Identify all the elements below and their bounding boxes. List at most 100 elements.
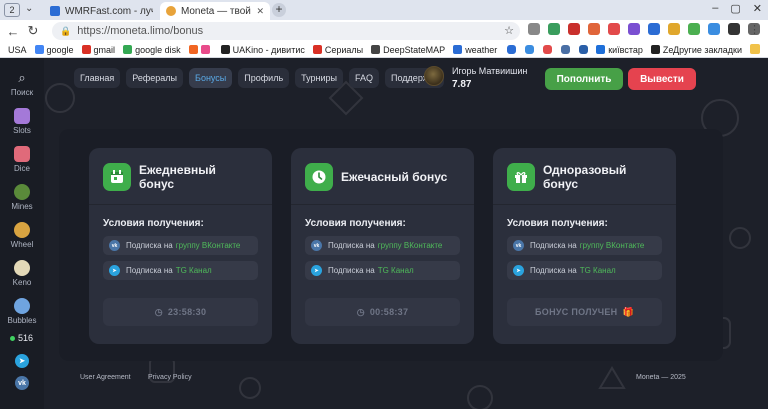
close-window-icon[interactable]: ✕	[753, 2, 762, 15]
sidebar-item-slots[interactable]: Slots	[0, 108, 44, 135]
other-bookmarks[interactable]: Другие закладки	[673, 45, 742, 55]
conditions-title: Условия получения:	[507, 218, 608, 229]
bookmark-icon[interactable]	[543, 45, 553, 54]
telegram-icon[interactable]: ➤	[15, 354, 29, 368]
hourly-timer-button[interactable]: ◷ 00:58:37	[305, 298, 460, 326]
bookmark-star-icon[interactable]: ☆	[504, 24, 514, 37]
sidebar-item-mines[interactable]: Mines	[0, 184, 44, 211]
extension-icon[interactable]	[628, 23, 640, 35]
extension-icon[interactable]	[728, 23, 740, 35]
new-tab-button[interactable]: +	[272, 3, 286, 17]
more-vertical-icon[interactable]	[528, 23, 540, 35]
sidebar-item-label: Bubbles	[7, 316, 37, 325]
sidebar-item-wheel[interactable]: Wheel	[0, 222, 44, 249]
sidebar-item-label: Dice	[13, 164, 30, 173]
bookmark-icon[interactable]	[579, 45, 589, 54]
vk-icon[interactable]: vk	[15, 376, 29, 390]
status-text: БОНУС ПОЛУЧЕН	[535, 307, 618, 317]
extension-icon[interactable]	[668, 23, 680, 35]
extension-icon[interactable]	[648, 23, 660, 35]
user-block[interactable]: Игорь Матвиишин 7.87	[424, 66, 527, 90]
tg-channel-link[interactable]: TG Канал	[580, 266, 616, 275]
address-text[interactable]: https://moneta.limo/bonus	[77, 25, 203, 37]
back-icon[interactable]: ←	[6, 24, 20, 39]
gmail-icon	[81, 45, 91, 54]
sidebar-item-label: Slots	[13, 126, 31, 135]
sidebar-item-dice[interactable]: Dice	[0, 146, 44, 173]
address-bar[interactable]: 🔒 https://moneta.limo/bonus ☆	[52, 22, 520, 40]
extension-icon[interactable]	[568, 23, 580, 35]
bookmark-icon[interactable]	[507, 45, 517, 54]
bookmark-icon[interactable]	[188, 45, 198, 54]
minimize-icon[interactable]: –	[712, 2, 718, 15]
vk-group-link[interactable]: группу ВКонтакте	[378, 241, 443, 250]
nav-tournaments[interactable]: Турниры	[295, 68, 344, 88]
sidebar-item-keno[interactable]: Keno	[0, 260, 44, 287]
telegram-icon: ➤	[311, 265, 322, 276]
search-icon: ⌕	[18, 70, 26, 85]
daily-timer-button[interactable]: ◷ 23:58:30	[103, 298, 258, 326]
tg-channel-link[interactable]: TG Канал	[378, 266, 414, 275]
bookmark-ze[interactable]: Ze	[650, 45, 673, 55]
sidebar-item-label: Wheel	[10, 240, 34, 249]
reload-icon[interactable]: ↻	[26, 23, 40, 39]
extension-icon[interactable]	[708, 23, 720, 35]
bookmark-gmail[interactable]: gmail	[81, 45, 115, 55]
nav-faq[interactable]: FAQ	[349, 68, 380, 88]
daily-bonus-card: Ежедневный бонус Условия получения: vk П…	[89, 148, 272, 344]
withdraw-button[interactable]: Вывести	[628, 68, 696, 90]
bookmark-google-disk[interactable]: google disk	[123, 45, 181, 55]
tab-moneta[interactable]: Moneta — твой путь к у ✕	[160, 2, 270, 20]
tg-condition: ➤ Подписка на TG Канал	[103, 261, 258, 280]
extension-icon[interactable]	[548, 23, 560, 35]
user-agreement-link[interactable]: User Agreement	[80, 374, 131, 381]
deepstatemap-icon	[371, 45, 381, 54]
lock-icon[interactable]: 🔒	[60, 26, 71, 37]
bookmark-icon[interactable]	[525, 45, 535, 54]
gift-icon	[507, 163, 535, 191]
sidebar-item-label: Mines	[11, 202, 33, 211]
nav-referrals[interactable]: Рефералы	[126, 68, 184, 88]
sidebar-item-label: Поиск	[10, 88, 34, 97]
bookmark-deepstatemap[interactable]: DeepStateMAP	[371, 45, 445, 55]
bookmark-serials[interactable]: Сериалы	[312, 45, 363, 55]
bookmark-icon[interactable]	[200, 45, 210, 54]
sidebar-item-search[interactable]: ⌕ Поиск	[0, 70, 44, 97]
nav-bonuses[interactable]: Бонусы	[189, 68, 233, 88]
online-counter: 516	[10, 333, 33, 343]
card-title: Ежедневный бонус	[139, 163, 216, 191]
bookmark-google[interactable]: google	[34, 45, 74, 55]
download-icon[interactable]	[688, 23, 700, 35]
ze-icon	[650, 45, 660, 54]
nav-home[interactable]: Главная	[74, 68, 121, 88]
tabs-chevron-icon[interactable]: ⌄	[25, 3, 33, 14]
vk-icon: vk	[513, 240, 524, 251]
avatar[interactable]	[424, 66, 444, 86]
bonus-received-button[interactable]: БОНУС ПОЛУЧЕН 🎁	[507, 298, 662, 326]
tab-title: WMRFast.com - лучшее м	[65, 5, 153, 17]
deposit-button[interactable]: Пополнить	[545, 68, 623, 90]
folder-icon[interactable]	[750, 44, 760, 54]
maximize-icon[interactable]: ▢	[730, 2, 740, 15]
nav-profile[interactable]: Профиль	[238, 68, 290, 88]
copyright: Moneta — 2025	[636, 374, 686, 381]
bookmark-usa[interactable]: USA	[8, 45, 27, 55]
vk-group-link[interactable]: группу ВКонтакте	[176, 241, 241, 250]
bookmark-uakino[interactable]: UAKino - дивитис	[220, 45, 305, 55]
vk-group-link[interactable]: группу ВКонтакте	[580, 241, 645, 250]
moneta-site: ⌕ Поиск Slots Dice Mines Wheel Keno Bubb…	[0, 58, 768, 409]
sidebar-item-bubbles[interactable]: Bubbles	[0, 298, 44, 325]
privacy-policy-link[interactable]: Privacy Policy	[148, 374, 192, 381]
tg-channel-link[interactable]: TG Канал	[176, 266, 212, 275]
extension-icon[interactable]	[588, 23, 600, 35]
browser-menu-icon[interactable]: ⋮	[749, 23, 760, 36]
tab-count-button[interactable]: 2	[4, 3, 20, 17]
close-tab-icon[interactable]: ✕	[256, 6, 264, 17]
bookmark-kyivstar[interactable]: київстар	[596, 45, 643, 55]
moneta-favicon-icon	[166, 6, 176, 16]
tg-condition: ➤ Подписка на TG Канал	[305, 261, 460, 280]
bookmark-icon[interactable]	[561, 45, 571, 54]
extension-icon[interactable]	[608, 23, 620, 35]
tab-wmrfast[interactable]: WMRFast.com - лучшее м	[44, 2, 159, 20]
bookmark-weather[interactable]: weather	[453, 45, 497, 55]
